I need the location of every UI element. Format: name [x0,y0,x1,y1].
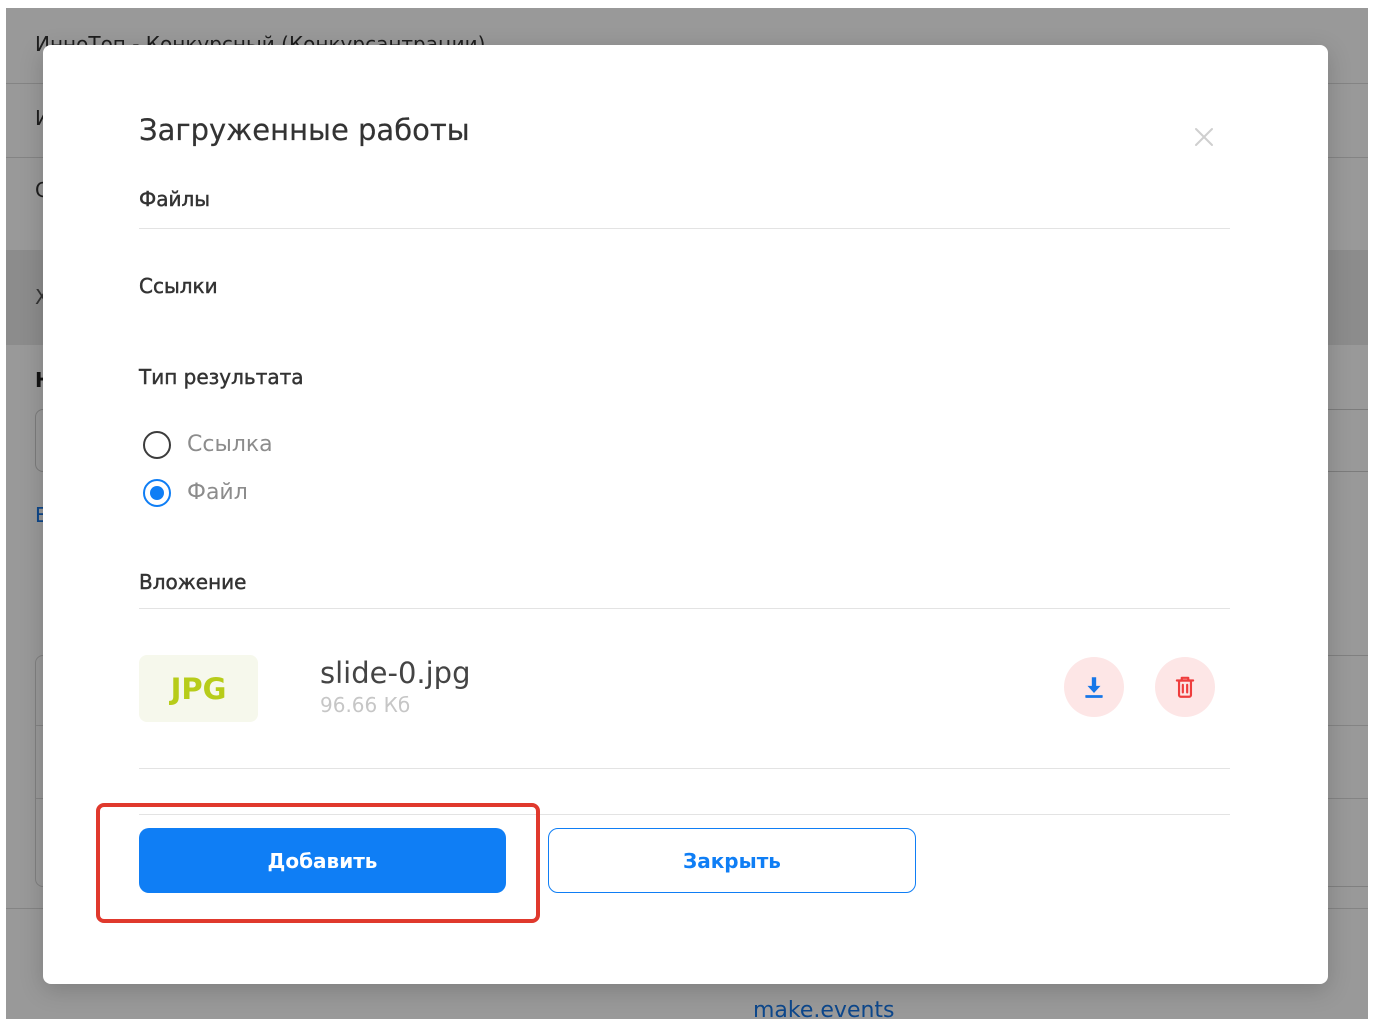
section-divider [139,768,1230,769]
file-type-badge: JPG [139,655,258,722]
app-screen: ИнноТоп - Конкурсный (Конкурсантрации) И… [6,8,1368,1019]
radio-link-label[interactable]: Ссылка [187,431,273,459]
modal-title: Загруженные работы [139,113,470,147]
download-icon [1085,677,1103,698]
add-button[interactable]: Добавить [139,828,506,893]
files-section-label: Файлы [139,187,211,211]
delete-button[interactable] [1155,657,1215,717]
section-divider [139,228,1230,229]
radio-link[interactable] [143,431,171,459]
file-size: 96.66 Кб [320,693,411,717]
file-type-badge-label: JPG [170,671,227,706]
links-section-label: Ссылки [139,274,218,298]
close-modal-button[interactable] [1193,126,1215,148]
radio-file-label[interactable]: Файл [187,479,248,507]
close-icon [1195,128,1213,146]
footer-divider [139,814,1230,815]
result-type-label: Тип результата [139,365,304,389]
attachment-section-label: Вложение [139,570,247,594]
trash-icon [1175,676,1195,698]
download-button[interactable] [1064,657,1124,717]
file-name: slide-0.jpg [320,656,471,690]
section-divider [139,608,1230,609]
uploaded-works-modal: Загруженные работы Файлы Ссылки Тип резу… [43,45,1328,984]
close-button[interactable]: Закрыть [548,828,916,893]
radio-file[interactable] [143,479,171,507]
